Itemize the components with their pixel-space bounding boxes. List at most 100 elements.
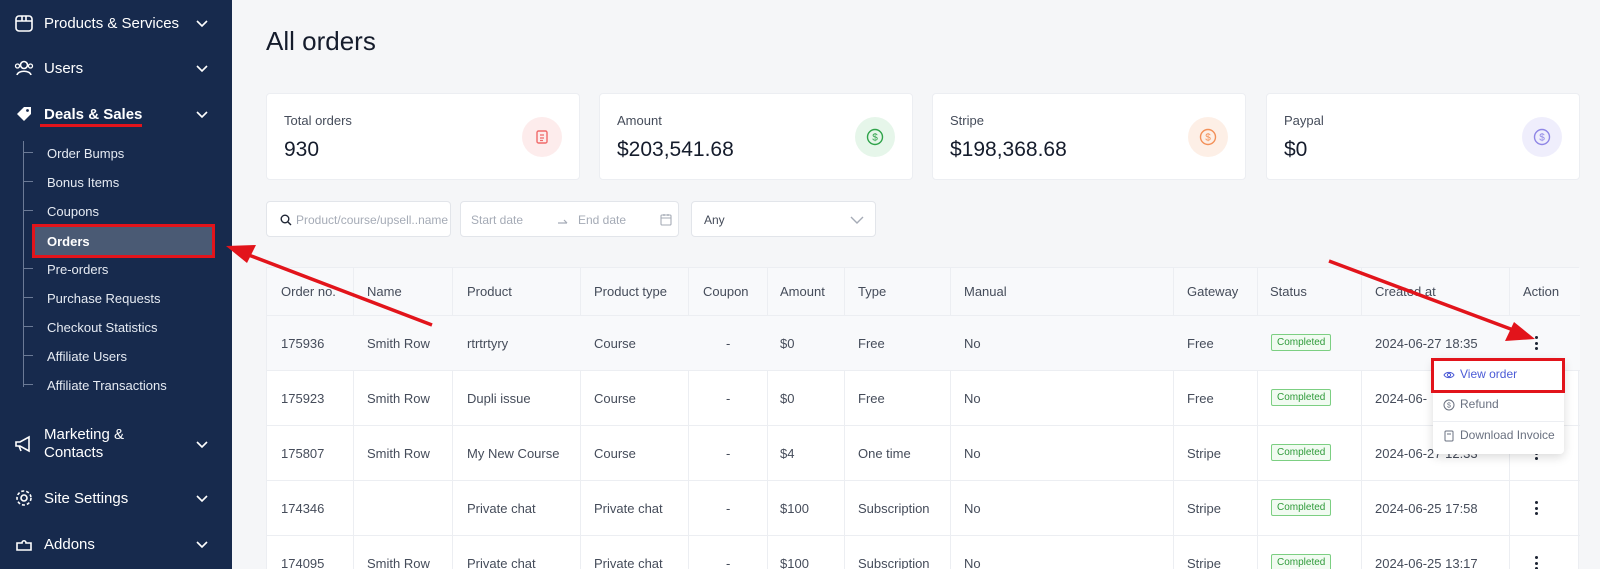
cell-gateway: Free — [1187, 336, 1214, 351]
more-vertical-icon[interactable] — [1529, 553, 1543, 569]
card-label: Amount — [617, 113, 662, 128]
card-amount: Amount $203,541.68 $ — [599, 93, 913, 180]
date-range-input[interactable]: Start date End date — [460, 201, 679, 237]
card-label: Stripe — [950, 113, 984, 128]
document-icon — [1444, 430, 1454, 442]
sub-item-label: Checkout Statistics — [47, 319, 158, 335]
status-badge: Completed — [1271, 499, 1332, 516]
chevron-down-icon[interactable] — [195, 16, 209, 30]
dollar-icon: $ — [1188, 117, 1228, 157]
nav-addons[interactable]: Addons — [0, 524, 232, 564]
col-name[interactable]: Name — [367, 284, 402, 299]
cell-manual: No — [964, 336, 981, 351]
cell-coupon: - — [726, 501, 731, 516]
nav-label: Products & Services — [44, 14, 180, 32]
col-manual[interactable]: Manual — [964, 284, 1007, 299]
annotation-box-view-order — [1431, 358, 1565, 393]
nav-deals-sales[interactable]: Deals & Sales — [0, 94, 232, 134]
cell-created-at: 2024-06- — [1375, 391, 1428, 406]
cell-name: Smith Row — [367, 391, 430, 406]
nav-label: Users — [44, 59, 84, 77]
sub-item-coupons[interactable]: Coupons — [23, 198, 219, 224]
cell-product: Private chat — [467, 556, 536, 569]
nav-products-services[interactable]: Products & Services — [0, 3, 232, 43]
more-vertical-icon[interactable] — [1529, 333, 1543, 353]
menu-item-refund[interactable]: $ Refund — [1433, 391, 1564, 420]
dollar-circle-icon: $ — [1443, 399, 1455, 411]
chevron-down-icon[interactable] — [195, 537, 209, 551]
chevron-down-icon[interactable] — [195, 491, 209, 505]
cell-amount: $0 — [780, 391, 795, 406]
cell-amount: $0 — [780, 336, 795, 351]
sub-item-checkout-statistics[interactable]: Checkout Statistics — [23, 314, 219, 340]
cell-coupon: - — [726, 446, 731, 461]
sub-item-pre-orders[interactable]: Pre-orders — [23, 256, 219, 282]
col-coupon[interactable]: Coupon — [703, 284, 749, 299]
sub-item-label: Coupons — [47, 203, 100, 219]
cell-product-type: Course — [594, 446, 636, 461]
col-order-no[interactable]: Order no. — [281, 284, 336, 299]
cell-order-no: 175807 — [281, 446, 325, 461]
status-select[interactable]: Any — [691, 201, 876, 237]
cell-created-at: 2024-06-27 18:35 — [1375, 336, 1478, 351]
col-product[interactable]: Product — [467, 284, 512, 299]
sub-item-order-bumps[interactable]: Order Bumps — [23, 140, 219, 166]
menu-item-download-invoice[interactable]: Download Invoice — [1433, 421, 1564, 450]
cell-order-no: 174346 — [281, 501, 325, 516]
sub-item-affiliate-transactions[interactable]: Affiliate Transactions — [23, 372, 219, 398]
table-row: 175923 Smith Row Dupli issue Course - $0… — [267, 371, 1580, 426]
nav-site-settings[interactable]: Site Settings — [0, 478, 232, 518]
nav-label-line1: Marketing & — [44, 426, 125, 443]
col-product-type[interactable]: Product type — [594, 284, 667, 299]
cell-type: Free — [858, 336, 885, 351]
more-vertical-icon[interactable] — [1529, 498, 1543, 518]
annotation-box-orders — [32, 224, 215, 258]
cell-gateway: Free — [1187, 391, 1214, 406]
box-icon — [15, 15, 33, 32]
col-amount[interactable]: Amount — [780, 284, 825, 299]
gear-icon — [16, 490, 32, 506]
col-gateway[interactable]: Gateway — [1187, 284, 1238, 299]
chevron-down-icon — [850, 216, 864, 224]
cell-name: Smith Row — [367, 556, 430, 569]
cell-name: Smith Row — [367, 446, 430, 461]
sub-item-purchase-requests[interactable]: Purchase Requests — [23, 285, 219, 311]
cell-type: Subscription — [858, 501, 930, 516]
card-value: $198,368.68 — [950, 138, 1067, 161]
sub-item-label: Order Bumps — [47, 145, 125, 161]
col-created-at[interactable]: Created at — [1375, 284, 1436, 299]
chevron-down-icon[interactable] — [195, 437, 209, 451]
chevron-down-icon[interactable] — [195, 107, 209, 121]
cell-manual: No — [964, 501, 981, 516]
nav-label: Deals & Sales — [44, 105, 143, 123]
sub-item-affiliate-users[interactable]: Affiliate Users — [23, 343, 219, 369]
card-value: $203,541.68 — [617, 138, 734, 161]
nav-label-line2: Contacts — [44, 444, 104, 461]
card-value: $0 — [1284, 138, 1308, 161]
cell-amount: $4 — [780, 446, 795, 461]
cell-type: Free — [858, 391, 885, 406]
cell-product: Dupli issue — [467, 391, 531, 406]
col-status[interactable]: Status — [1270, 284, 1307, 299]
cell-product-type: Course — [594, 391, 636, 406]
cell-type: One time — [858, 446, 911, 461]
cell-type: Subscription — [858, 556, 930, 569]
sub-item-label: Purchase Requests — [47, 290, 161, 306]
search-placeholder: Product/course/upsell..name — [296, 213, 449, 227]
card-label: Total orders — [284, 113, 352, 128]
status-badge: Completed — [1271, 389, 1332, 406]
calendar-icon — [660, 214, 672, 226]
sub-item-bonus-items[interactable]: Bonus Items — [23, 169, 219, 195]
card-value: 930 — [284, 138, 320, 161]
sub-item-label: Bonus Items — [47, 174, 120, 190]
search-input[interactable]: Product/course/upsell..name — [266, 201, 451, 237]
chevron-down-icon[interactable] — [195, 61, 209, 75]
nav-users[interactable]: Users — [0, 48, 232, 88]
annotation-underline — [40, 124, 142, 127]
cell-order-no: 175936 — [281, 336, 325, 351]
col-type[interactable]: Type — [858, 284, 886, 299]
nav-marketing-contacts[interactable]: Marketing & Contacts — [0, 424, 232, 464]
orders-table: Order no. Name Product Product type Coup… — [266, 267, 1580, 569]
cell-coupon: - — [726, 556, 731, 569]
dollar-icon: $ — [855, 117, 895, 157]
